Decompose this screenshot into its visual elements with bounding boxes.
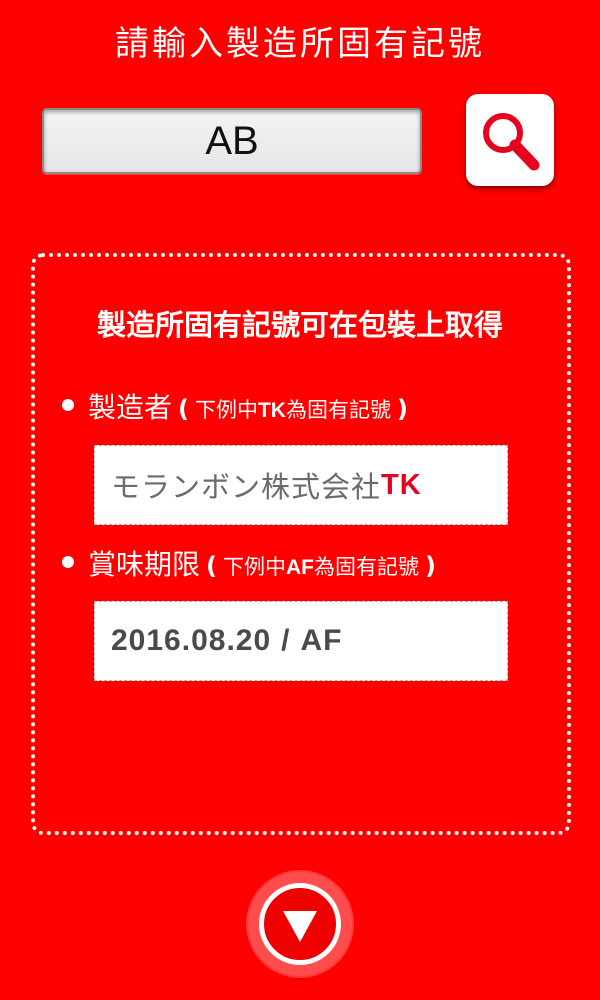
example-manufacturer-code: TK: [381, 468, 422, 501]
open-paren: (: [178, 395, 189, 423]
manufacturer-example-box: モランボン株式会社 TK: [94, 445, 508, 525]
expiry-example-box: 2016.08.20 / AF: [94, 601, 508, 681]
example-separator: /: [281, 624, 291, 657]
example-expiry-code: AF: [300, 624, 343, 657]
hint-prefix: 下例中: [222, 555, 286, 579]
close-paren: ): [424, 552, 436, 580]
expiry-label: 賞味期限: [88, 548, 201, 581]
hint-code: TK: [257, 399, 286, 422]
search-button[interactable]: [466, 94, 554, 186]
example-date: 2016.08.20: [111, 624, 272, 657]
manufacturer-hint: 下例中TK為固有記號: [195, 398, 391, 422]
bullet-dot: [62, 556, 74, 568]
magnifier-icon: [483, 113, 540, 171]
panel-heading: 製造所固有記號可在包裝上取得: [96, 308, 503, 342]
next-button-ring: [259, 883, 341, 965]
code-input[interactable]: [42, 108, 422, 174]
manufacturer-row: 製造者(下例中TK為固有記號): [62, 386, 414, 426]
close-paren: ): [396, 395, 408, 423]
hint-code: AF: [285, 556, 314, 579]
hint-prefix: 下例中: [194, 398, 258, 422]
down-triangle-icon: [283, 911, 317, 942]
hint-suffix: 為固有記號: [313, 555, 419, 579]
example-company-name: モランボン株式会社: [111, 470, 382, 504]
bullet-dot: [62, 399, 74, 411]
next-button[interactable]: [248, 872, 352, 976]
open-paren: (: [206, 552, 217, 580]
manufacturer-label: 製造者: [88, 391, 173, 424]
expiry-hint: 下例中AF為固有記號: [223, 555, 419, 579]
expiry-row: 賞味期限(下例中AF為固有記號): [62, 543, 442, 583]
page-title: 請輸入製造所固有記號: [115, 24, 485, 64]
hint-suffix: 為固有記號: [285, 398, 391, 422]
